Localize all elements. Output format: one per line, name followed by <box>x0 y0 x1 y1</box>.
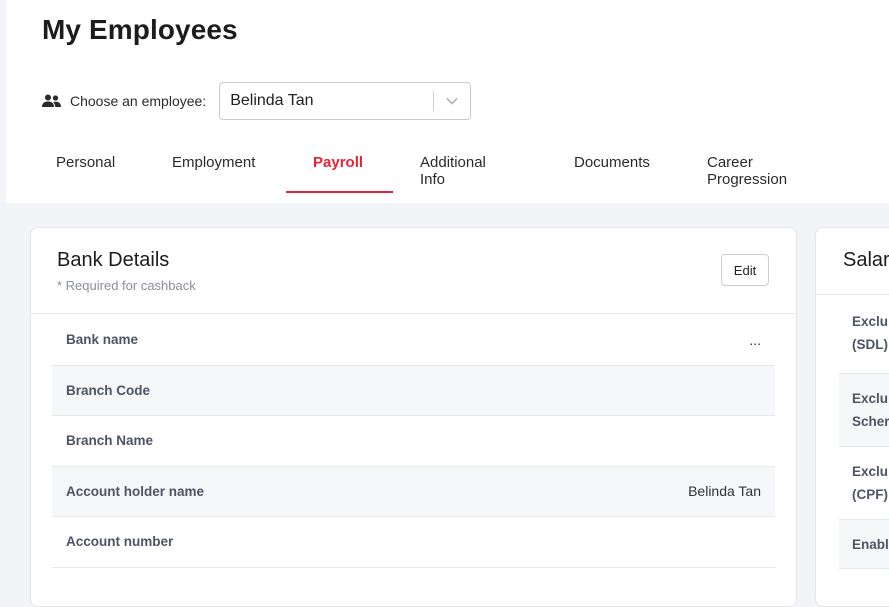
edit-button[interactable]: Edit <box>721 254 769 286</box>
salary-row-line: (CPF) <box>852 487 888 502</box>
account-holder-name-label: Account holder name <box>66 483 205 499</box>
list-item: Account number <box>52 517 775 568</box>
bank-name-value: ... <box>749 331 761 348</box>
salary-row-line: Scher <box>852 414 889 429</box>
list-item: Bank name ... <box>52 315 775 366</box>
tab-employment[interactable]: Employment <box>172 140 255 194</box>
bank-details-card: Bank Details * Required for cashback Edi… <box>30 227 797 607</box>
employee-chooser: Choose an employee: Belinda Tan <box>42 82 472 120</box>
list-item: Exclu (CPF) <box>839 447 889 520</box>
chooser-label: Choose an employee: <box>70 93 207 109</box>
active-tab-indicator <box>286 191 393 193</box>
list-item: Branch Name <box>52 416 775 467</box>
account-holder-name-value: Belinda Tan <box>688 483 761 500</box>
branch-name-label: Branch Name <box>66 433 154 449</box>
account-number-label: Account number <box>66 534 174 550</box>
divider <box>31 313 796 314</box>
employee-select-value: Belinda Tan <box>230 92 314 109</box>
tab-payroll[interactable]: Payroll <box>313 140 363 194</box>
page-header: My Employees Choose an employee: Belinda… <box>6 0 889 203</box>
list-item: Exclu Scher <box>839 374 889 447</box>
bank-name-label: Bank name <box>66 332 139 348</box>
salary-row-line: (SDL) <box>852 337 888 352</box>
employee-select[interactable]: Belinda Tan <box>219 82 472 120</box>
branch-code-label: Branch Code <box>66 382 151 398</box>
salary-card-title: Salar <box>843 249 889 271</box>
list-item: Account holder name Belinda Tan <box>52 466 775 517</box>
list-item: Exclu (SDL) <box>839 295 889 374</box>
bank-details-list: Bank name ... Branch Code Branch Name Ac… <box>52 315 775 568</box>
salary-list: Exclu (SDL) Exclu Scher Exclu (CPF) Enab… <box>839 295 889 569</box>
salary-row-line: Exclu <box>852 391 889 406</box>
people-icon <box>42 94 62 108</box>
list-item: Enabl <box>839 520 889 569</box>
tab-career-progression[interactable]: Career Progression <box>707 140 787 194</box>
salary-row-line: Enabl <box>852 537 889 552</box>
bank-details-subtitle: * Required for cashback <box>57 278 196 293</box>
salary-row-line: Exclu <box>852 464 889 479</box>
tab-personal[interactable]: Personal <box>56 140 115 194</box>
bank-details-title: Bank Details <box>57 249 170 271</box>
salary-row-line: Exclu <box>852 314 889 329</box>
salary-card: Salar Exclu (SDL) Exclu Scher Exclu (CPF… <box>815 227 889 607</box>
chevron-down-icon[interactable] <box>434 83 470 119</box>
page-title: My Employees <box>42 14 238 45</box>
tab-additional-info[interactable]: Additional Info <box>420 140 486 194</box>
list-item: Branch Code <box>52 365 775 416</box>
tab-documents[interactable]: Documents <box>574 140 650 194</box>
